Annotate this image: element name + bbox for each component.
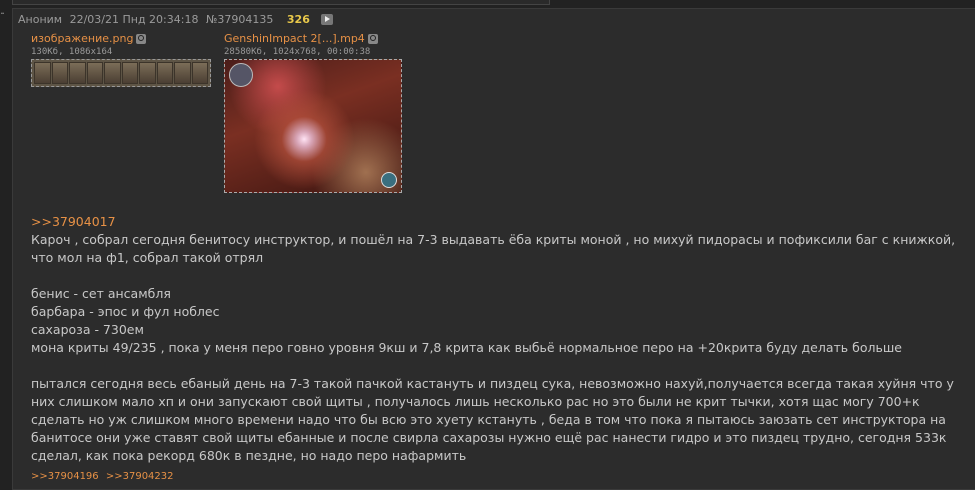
reply-count-badge[interactable]: 326 — [287, 13, 310, 26]
search-icon[interactable] — [136, 34, 147, 44]
thumbnail-cell — [191, 62, 208, 84]
post-header: Аноним 22/03/21 Пнд 20:34:18 №37904135 3… — [18, 13, 337, 27]
post-date: 22/03/21 Пнд 20:34:18 — [69, 13, 199, 26]
file-info-1: изображение.png 130Кб, 1086x164 — [31, 32, 147, 58]
body-line: Кароч , собрал сегодня бенитосу инструкт… — [31, 232, 956, 265]
game-minimap — [229, 63, 253, 87]
body-line: мона криты 49/235 , пока у меня перо гов… — [31, 340, 902, 355]
body-line: барбара - эпос и фул ноблес — [31, 304, 220, 319]
top-input-strip — [12, 0, 550, 5]
thumbnail-cell — [174, 62, 191, 84]
image-thumbnail[interactable] — [31, 59, 211, 87]
post-number[interactable]: №37904135 — [206, 13, 273, 26]
quote-link[interactable]: >>37904017 — [31, 213, 961, 231]
thumbnail-cell — [121, 62, 138, 84]
reply-link[interactable]: >>37904232 — [106, 471, 174, 482]
thumbnail-cell — [34, 62, 51, 84]
body-line: бенис - сет ансамбля — [31, 286, 171, 301]
post-options-handle[interactable]: ·· — [0, 8, 8, 19]
file-info-2: GenshinImpact 2[...].mp4 28580Кб, 1024x7… — [224, 33, 378, 58]
file-meta: 130Кб, 1086x164 — [31, 47, 113, 57]
body-line — [31, 357, 961, 375]
reply-link[interactable]: >>37904196 — [31, 471, 99, 482]
thumbnail-cell — [69, 62, 86, 84]
thumbnail-cell — [86, 62, 103, 84]
post-body: >>37904017 Кароч , собрал сегодня бенито… — [31, 213, 961, 465]
post-author: Аноним — [18, 13, 63, 26]
replies-list: >>37904196 >>37904232 — [31, 471, 178, 482]
file-name-link[interactable]: GenshinImpact 2[...].mp4 — [224, 32, 365, 45]
body-line: пытался сегодня весь ебаный день на 7-3 … — [31, 376, 954, 463]
thumbnail-cell — [156, 62, 173, 84]
search-icon[interactable] — [367, 34, 378, 44]
game-hud-icon — [381, 172, 397, 188]
thumbnail-cell — [104, 62, 121, 84]
file-name-link[interactable]: изображение.png — [31, 32, 133, 45]
post-container: Аноним 22/03/21 Пнд 20:34:18 №37904135 3… — [12, 8, 975, 490]
thumbnail-cell — [51, 62, 68, 84]
file-meta: 28580Кб, 1024x768, 00:00:38 — [224, 47, 371, 57]
body-line — [31, 267, 961, 285]
thumbnail-cell — [139, 62, 156, 84]
video-thumbnail[interactable] — [224, 59, 402, 193]
body-line: сахароза - 730ем — [31, 322, 144, 337]
play-icon[interactable] — [321, 13, 334, 25]
